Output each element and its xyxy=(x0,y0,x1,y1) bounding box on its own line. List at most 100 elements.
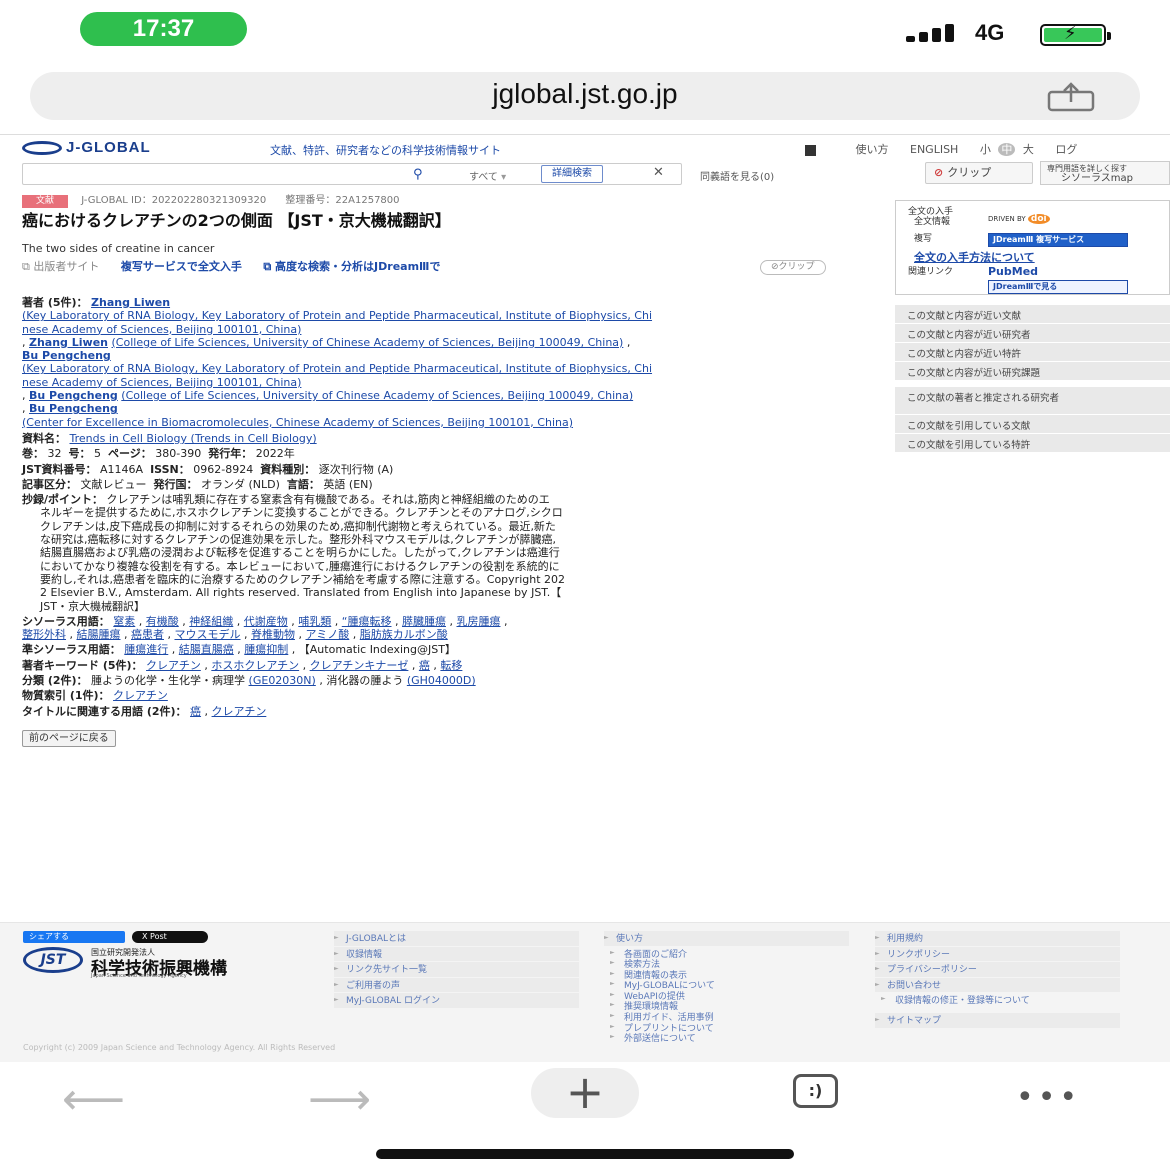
thesaurus-term[interactable]: 神経組織 xyxy=(189,615,233,628)
pubmed-link[interactable]: PubMed xyxy=(988,265,1038,278)
thesaurus-term[interactable]: アミノ酸 xyxy=(306,628,350,641)
substance-link[interactable]: クレアチン xyxy=(113,689,168,702)
thesaurus-term[interactable]: 脂肪族カルボン酸 xyxy=(360,628,448,641)
class-code-link[interactable]: (GH04000D) xyxy=(407,674,476,687)
footer-link[interactable]: サイトマップ xyxy=(875,1013,1120,1029)
related-item[interactable]: この文献と内容が近い特許 xyxy=(895,343,1170,362)
facebook-share-button[interactable]: シェアする xyxy=(23,931,125,943)
related-item[interactable]: この文献と内容が近い研究課題 xyxy=(895,362,1170,381)
thesaurus-term[interactable]: 結腸腫瘍 xyxy=(77,628,121,641)
doi-badge[interactable]: DRIVEN BY doi xyxy=(988,214,1058,228)
author-link[interactable]: Bu Pengcheng xyxy=(22,349,111,362)
menu-square-icon[interactable] xyxy=(805,144,816,156)
affiliation-link[interactable]: (Key Laboratory of RNA Biology, Key Labo… xyxy=(22,362,652,375)
search-input[interactable]: ⚲ すべて ▾ 詳細検索 ✕ xyxy=(22,163,682,185)
footer-link[interactable]: リンク先サイト一覧 xyxy=(334,962,579,978)
footer-link[interactable]: 収録情報 xyxy=(334,946,579,962)
related-item[interactable]: この文献を引用している特許 xyxy=(895,434,1170,453)
footer-link[interactable]: お問い合わせ xyxy=(875,977,1120,993)
class-code-link[interactable]: (GE02030N) xyxy=(249,674,316,687)
keyword-link[interactable]: クレアチンキナーゼ xyxy=(310,659,409,672)
tabs-icon[interactable]: :) xyxy=(793,1074,838,1108)
nav-login[interactable]: ログ xyxy=(1055,143,1077,156)
clear-icon[interactable]: ✕ xyxy=(653,165,664,180)
font-large[interactable]: 大 xyxy=(1023,143,1034,156)
font-medium[interactable]: 中 xyxy=(998,143,1016,156)
footer-link[interactable]: 収録情報の修正・登録等について xyxy=(875,993,1120,1013)
title-term-link[interactable]: 癌 xyxy=(190,705,201,718)
thesaurus-term[interactable]: “腫瘍転移 xyxy=(342,615,392,628)
more-dots-icon[interactable]: ••• xyxy=(1016,1080,1081,1115)
nav-english[interactable]: ENGLISH xyxy=(910,143,958,156)
footer-link[interactable]: MyJ-GLOBAL ログイン xyxy=(334,993,579,1009)
jdream-analysis-link[interactable]: ⧉ 高度な検索・分析はJDreamⅢで xyxy=(263,260,440,273)
related-item[interactable]: この文献を引用している文献 xyxy=(895,415,1170,434)
jdream-view-button[interactable]: JDreamⅢで見る xyxy=(988,280,1128,294)
thesaurus-term[interactable]: 整形外科 xyxy=(22,628,66,641)
keyword-link[interactable]: 癌 xyxy=(419,659,430,672)
footer-link[interactable]: J-GLOBALとは xyxy=(334,931,579,947)
copy-service-link[interactable]: 複写サービスで全文入手 xyxy=(121,260,242,273)
search-icon[interactable]: ⚲ xyxy=(413,167,423,182)
affiliation-link[interactable]: (Key Laboratory of RNA Biology, Key Labo… xyxy=(22,309,652,322)
footer-link[interactable]: 使い方 xyxy=(604,931,849,947)
related-item[interactable]: この文献と内容が近い文献 xyxy=(895,305,1170,324)
footer-link[interactable]: 各画面のご紹介 xyxy=(604,947,849,959)
related-item[interactable]: この文献の著者と推定される研究者 xyxy=(895,387,1170,415)
footer-link[interactable]: 検索方法 xyxy=(604,957,849,970)
x-post-button[interactable]: X Post xyxy=(132,931,208,943)
thesaurus-term[interactable]: 乳房腫瘍 xyxy=(456,615,500,628)
publisher-site-link[interactable]: ⧉ 出版者サイト xyxy=(22,260,99,273)
related-item[interactable]: この文献と内容が近い研究者 xyxy=(895,324,1170,343)
jglobal-logo[interactable]: J-GLOBAL xyxy=(22,139,151,156)
jdream-copy-button[interactable]: JDreamⅢ 複写サービス xyxy=(988,233,1128,247)
thesaurus-term[interactable]: 代謝産物 xyxy=(244,615,288,628)
clip-pill-button[interactable]: ⊘クリップ xyxy=(760,260,826,276)
how-to-get-link[interactable]: 全文の入手方法について xyxy=(914,249,1035,265)
affiliation-link[interactable]: (Center for Excellence in Biomacromolecu… xyxy=(22,416,573,429)
thesaurus-term[interactable]: 脊椎動物 xyxy=(251,628,295,641)
keyword-link[interactable]: ホスホクレアチン xyxy=(211,659,299,672)
affiliation-link[interactable]: nese Academy of Sciences, Beijing 100101… xyxy=(22,376,301,389)
author-link[interactable]: Bu Pengcheng xyxy=(29,402,118,415)
footer-link[interactable]: WebAPIの提供 xyxy=(604,989,849,1002)
footer-link[interactable]: 外部送信について xyxy=(604,1031,849,1044)
author-link[interactable]: Bu Pengcheng xyxy=(29,389,118,402)
search-scope-select[interactable]: すべて ▾ xyxy=(469,168,506,183)
new-tab-plus-icon[interactable]: + xyxy=(531,1068,639,1118)
quasi-term[interactable]: 腫瘍抑制 xyxy=(244,643,288,656)
nav-howto[interactable]: 使い方 xyxy=(856,143,889,156)
back-button[interactable]: 前のページに戻る xyxy=(22,729,116,748)
back-arrow-icon[interactable]: ⟵ xyxy=(62,1074,125,1125)
footer-link[interactable]: 利用ガイド、活用事例 xyxy=(604,1010,849,1023)
footer-link[interactable]: プレプリントについて xyxy=(604,1021,849,1034)
footer-link[interactable]: 推奨環境情報 xyxy=(604,999,849,1012)
address-bar[interactable]: jglobal.jst.go.jp xyxy=(30,72,1140,120)
thesaurus-term[interactable]: 膵臓腫瘍 xyxy=(402,615,446,628)
footer-link[interactable]: リンクポリシー xyxy=(875,946,1120,962)
jst-logo[interactable]: JST 国立研究開発法人 科学技術振興機構 Japan Science and … xyxy=(23,947,313,983)
thesaurus-term[interactable]: 哺乳類 xyxy=(298,615,331,628)
quasi-term[interactable]: 結腸直腸癌 xyxy=(179,643,234,656)
journal-link[interactable]: Trends in Cell Biology (Trends in Cell B… xyxy=(70,432,317,445)
forward-arrow-icon[interactable]: ⟶ xyxy=(308,1074,371,1125)
thesaurus-term[interactable]: 有機酸 xyxy=(146,615,179,628)
thesaurus-map-button[interactable]: 専門用語を詳しく探す シソーラスmap xyxy=(1040,161,1170,185)
synonym-link[interactable]: 同義語を見る(0) xyxy=(700,168,774,183)
thesaurus-term[interactable]: マウスモデル xyxy=(175,628,241,641)
keyword-link[interactable]: クレアチン xyxy=(146,659,201,672)
affiliation-link[interactable]: nese Academy of Sciences, Beijing 100101… xyxy=(22,323,301,336)
advanced-search-button[interactable]: 詳細検索 xyxy=(541,165,603,183)
quasi-term[interactable]: 腫瘍進行 xyxy=(124,643,168,656)
footer-link[interactable]: 利用規約 xyxy=(875,931,1120,947)
author-link[interactable]: Zhang Liwen xyxy=(91,296,170,309)
thesaurus-term[interactable]: 窒素 xyxy=(113,615,135,628)
font-small[interactable]: 小 xyxy=(980,143,991,156)
clip-button[interactable]: ⊘ クリップ xyxy=(925,162,1033,184)
affiliation-link[interactable]: (College of Life Sciences, University of… xyxy=(112,336,624,349)
footer-link[interactable]: MyJ-GLOBALについて xyxy=(604,978,849,991)
share-icon[interactable] xyxy=(1046,82,1096,112)
footer-link[interactable]: 関連情報の表示 xyxy=(604,968,849,981)
thesaurus-term[interactable]: 癌患者 xyxy=(131,628,164,641)
title-term-link[interactable]: クレアチン xyxy=(212,705,267,718)
